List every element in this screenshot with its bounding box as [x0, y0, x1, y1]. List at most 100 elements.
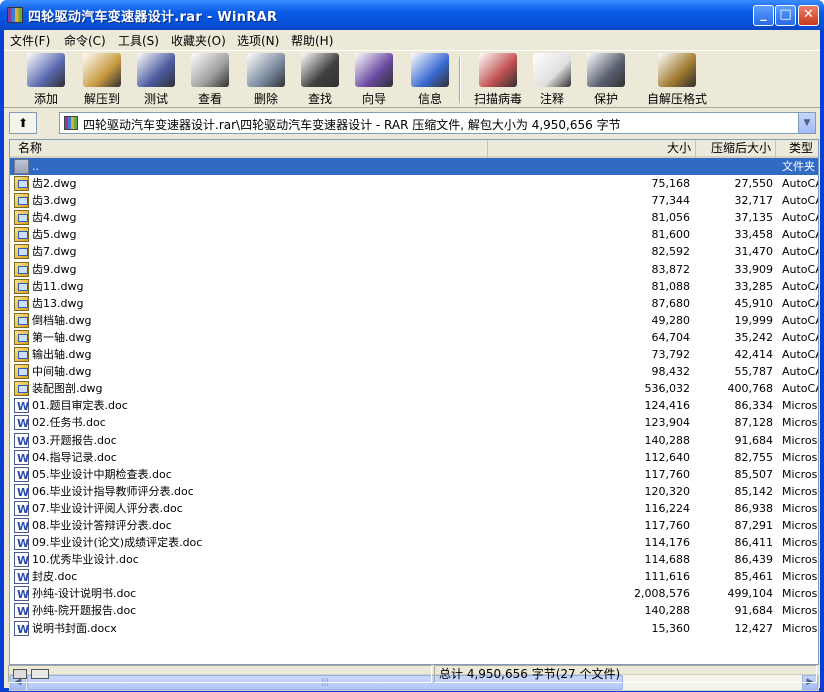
maximize-button[interactable]: □	[775, 5, 796, 26]
table-row[interactable]: 第一轴.dwg 64,704 35,242 AutoCAD	[10, 329, 818, 346]
table-row[interactable]: 孙纯-院开题报告.doc 140,288 91,684 Microsoft	[10, 602, 818, 620]
table-row[interactable]: 封皮.doc 111,616 85,461 Microsoft	[10, 568, 818, 586]
file-packed-size: 12,427	[734, 621, 774, 635]
toolbar-separator	[459, 57, 461, 103]
address-field[interactable]: 四轮驱动汽车变速器设计.rar\四轮驱动汽车变速器设计 - RAR 压缩文件, …	[59, 112, 816, 134]
table-row[interactable]: 齿11.dwg 81,088 33,285 AutoCAD	[10, 278, 818, 295]
toolbar-label: 自解压格式	[646, 92, 707, 106]
file-size: 536,032	[644, 382, 691, 396]
file-type: 文件夹	[782, 160, 815, 173]
column-size[interactable]: 大小	[488, 140, 696, 158]
file-packed-size: 85,461	[734, 570, 774, 584]
drive-icon[interactable]	[13, 669, 27, 679]
table-row[interactable]: 输出轴.dwg 73,792 42,414 AutoCAD	[10, 346, 818, 363]
file-name: ..	[32, 160, 39, 173]
minimize-button[interactable]: _	[753, 5, 774, 26]
file-size: 81,088	[651, 279, 691, 293]
file-size: 111,616	[644, 570, 691, 584]
file-packed-size: 33,909	[734, 262, 774, 276]
toolbar-button-test[interactable]: 测试	[128, 53, 184, 107]
chevron-down-icon[interactable]: ▼	[798, 113, 815, 133]
file-size: 140,288	[644, 433, 691, 447]
up-folder-button[interactable]: ⬆	[9, 112, 37, 134]
word-doc-icon	[14, 398, 29, 415]
dwg-file-icon	[14, 193, 29, 209]
word-doc-icon	[14, 517, 29, 535]
toolbar-button-comment[interactable]: 注释	[524, 53, 580, 107]
menu-options[interactable]: 选项(N)	[237, 32, 279, 49]
table-row[interactable]: 中间轴.dwg 98,432 55,787 AutoCAD	[10, 363, 818, 380]
table-row[interactable]: 齿4.dwg 81,056 37,135 AutoCAD	[10, 209, 818, 226]
table-row[interactable]: 10.优秀毕业设计.doc 114,688 86,439 Microsoft	[10, 551, 818, 569]
toolbar-button-find[interactable]: 查找	[292, 53, 348, 107]
table-row[interactable]: 装配图剖.dwg 536,032 400,768 AutoCAD	[10, 380, 818, 397]
menu-help[interactable]: 帮助(H)	[291, 32, 333, 49]
table-row[interactable]: 齿13.dwg 87,680 45,910 AutoCAD	[10, 295, 818, 312]
table-row[interactable]: 01.题目审定表.doc 124,416 86,334 Microsoft	[10, 397, 818, 415]
close-button[interactable]: ✕	[798, 5, 819, 26]
table-row[interactable]: 06.毕业设计指导教师评分表.doc 120,320 85,142 Microsoft	[10, 483, 818, 501]
file-type: AutoCAD	[782, 194, 818, 208]
dwg-file-icon	[14, 347, 29, 363]
menu-file[interactable]: 文件(F)	[10, 32, 50, 49]
toolbar: 添加 解压到 测试 查看 删除 查找 向导 信息 扫描病毒 注释 保护 自解压格式	[4, 50, 820, 108]
file-packed-size: 86,411	[734, 536, 774, 550]
file-list[interactable]: 名称 大小 压缩后大小 类型 .. 文件夹齿2.dwg 75,168 27,550 Au…	[9, 139, 819, 665]
toolbar-button-wizard[interactable]: 向导	[346, 53, 402, 107]
file-type: AutoCAD	[782, 245, 818, 259]
table-row[interactable]: 孙纯-设计说明书.doc 2,008,576 499,104 Microsoft	[10, 585, 818, 603]
file-packed-size: 27,550	[734, 177, 774, 191]
table-row[interactable]: 03.开题报告.doc 140,288 91,684 Microsoft	[10, 432, 818, 450]
table-row[interactable]: .. 文件夹	[10, 158, 818, 176]
key-icon[interactable]	[31, 669, 49, 679]
winrar-app-icon[interactable]	[7, 7, 23, 23]
file-packed-size: 45,910	[734, 296, 774, 310]
folder-icon	[14, 159, 29, 174]
table-row[interactable]: 说明书封面.docx 15,360 12,427 Microsoft	[10, 620, 818, 638]
table-row[interactable]: 倒档轴.dwg 49,280 19,999 AutoCAD	[10, 312, 818, 329]
file-name: 封皮.doc	[32, 570, 78, 584]
table-row[interactable]: 04.指导记录.doc 112,640 82,755 Microsoft	[10, 449, 818, 467]
table-row[interactable]: 齿7.dwg 82,592 31,470 AutoCAD	[10, 243, 818, 260]
word-doc-icon	[14, 620, 29, 638]
file-size: 120,320	[644, 484, 691, 498]
table-row[interactable]: 07.毕业设计评阅人评分表.doc 116,224 86,938 Microsoft	[10, 500, 818, 518]
title-bar[interactable]: 四轮驱动汽车变速器设计.rar - WinRAR _ □ ✕	[0, 0, 824, 30]
list-header: 名称 大小 压缩后大小 类型	[10, 140, 818, 158]
file-packed-size: 85,507	[734, 467, 774, 481]
table-row[interactable]: 02.任务书.doc 123,904 87,128 Microsoft	[10, 414, 818, 432]
column-name[interactable]: 名称	[10, 140, 488, 158]
file-name: 齿13.dwg	[32, 296, 84, 310]
column-packed[interactable]: 压缩后大小	[696, 140, 776, 158]
file-packed-size: 86,334	[734, 399, 774, 413]
table-row[interactable]: 08.毕业设计答辩评分表.doc 117,760 87,291 Microsoft	[10, 517, 818, 535]
menu-commands[interactable]: 命令(C)	[64, 32, 106, 49]
toolbar-button-protect[interactable]: 保护	[578, 53, 634, 107]
dwg-file-icon	[14, 312, 29, 328]
table-row[interactable]: 齿3.dwg 77,344 32,717 AutoCAD	[10, 192, 818, 209]
table-row[interactable]: 05.毕业设计中期检查表.doc 117,760 85,507 Microsoft	[10, 466, 818, 484]
toolbar-button-virus-scan[interactable]: 扫描病毒	[467, 53, 529, 107]
word-doc-icon	[14, 586, 29, 603]
toolbar-button-info[interactable]: 信息	[402, 53, 458, 107]
virus-scan-icon	[479, 53, 517, 87]
table-row[interactable]: 09.毕业设计(论文)成绩评定表.doc 114,176 86,411 Microso…	[10, 534, 818, 552]
table-row[interactable]: 齿5.dwg 81,600 33,458 AutoCAD	[10, 226, 818, 243]
menu-tools[interactable]: 工具(S)	[118, 32, 159, 49]
toolbar-button-extract-to[interactable]: 解压到	[74, 53, 130, 107]
toolbar-button-sfx[interactable]: 自解压格式	[642, 53, 712, 107]
table-row[interactable]: 齿9.dwg 83,872 33,909 AutoCAD	[10, 261, 818, 278]
add-archive-icon	[27, 53, 65, 87]
file-size: 114,688	[644, 553, 691, 567]
toolbar-button-delete[interactable]: 删除	[238, 53, 294, 107]
file-name: 倒档轴.dwg	[32, 313, 92, 327]
file-type: AutoCAD	[782, 296, 818, 310]
word-doc-icon	[14, 432, 29, 450]
menu-favorites[interactable]: 收藏夹(O)	[171, 32, 226, 49]
toolbar-button-view[interactable]: 查看	[182, 53, 238, 107]
file-name: 08.毕业设计答辩评分表.doc	[32, 518, 172, 532]
word-doc-icon	[14, 415, 29, 432]
table-row[interactable]: 齿2.dwg 75,168 27,550 AutoCAD	[10, 175, 818, 192]
toolbar-button-add-archive[interactable]: 添加	[18, 53, 74, 107]
column-type[interactable]: 类型	[776, 140, 818, 158]
